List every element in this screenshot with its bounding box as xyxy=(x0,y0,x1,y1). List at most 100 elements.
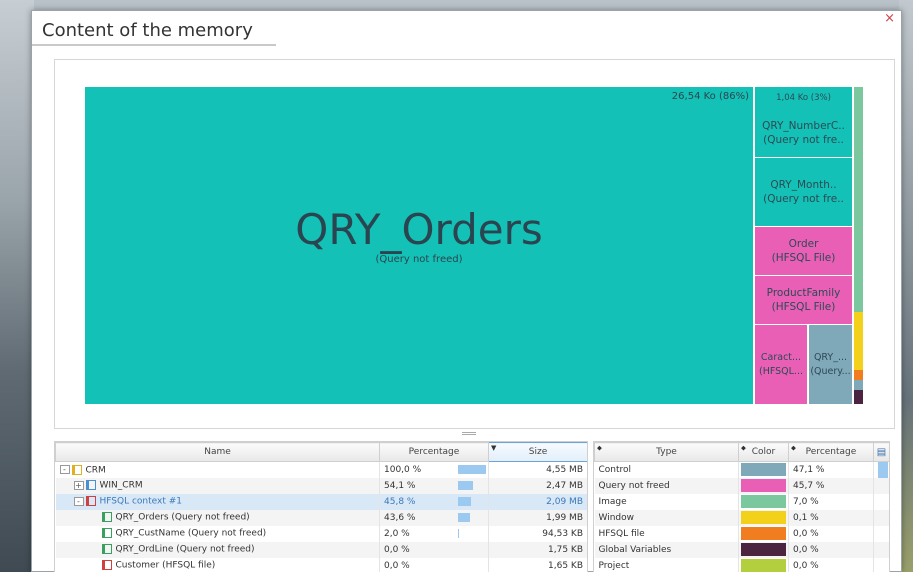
table-row[interactable]: Query not freed 45,7 % xyxy=(594,477,889,494)
treemap-main-label: QRY_Orders xyxy=(295,205,543,254)
type-cell: Project xyxy=(594,557,739,572)
type-cell: Image xyxy=(594,493,739,510)
memory-type-table: ⬥ Type ⬥ Color ⬥ Percentage ▤ Control 47,1 %… xyxy=(593,441,890,572)
treemap-cell-label: Order xyxy=(788,238,819,250)
treemap-cell-sub: (HFSQL... xyxy=(758,365,803,377)
column-header-percentage[interactable]: Percentage xyxy=(379,442,489,462)
treemap-cell-caract[interactable]: Caract... (HFSQL... xyxy=(755,325,807,404)
close-icon[interactable]: × xyxy=(884,11,895,26)
size-cell: 94,53 KB xyxy=(488,525,587,542)
table-row[interactable]: QRY_Orders (Query not freed) 43,6 % 1,99 M… xyxy=(55,509,587,526)
table-row[interactable]: - CRM 100,0 % 4,55 MB xyxy=(55,461,587,478)
table-row[interactable]: Window 0,1 % xyxy=(594,509,889,526)
table-row[interactable]: Control 47,1 % xyxy=(594,461,889,478)
treemap-cell-query-numberc[interactable]: 1,04 Ko (3%) QRY_NumberC.. (Query not fr… xyxy=(755,87,852,157)
percentage-cell: 2,0 % xyxy=(379,525,489,542)
row-percentage: 100,0 % xyxy=(384,464,422,475)
treemap-right-column: 1,04 Ko (3%) QRY_NumberC.. (Query not fr… xyxy=(755,87,852,404)
collapse-icon[interactable]: - xyxy=(59,465,70,474)
treemap-stripe-global[interactable] xyxy=(854,380,863,390)
percentage-cell: 0,0 % xyxy=(379,557,489,572)
treemap-cell-label: QRY_NumberC.. xyxy=(762,120,845,132)
percentage-bar xyxy=(458,512,471,522)
table-row[interactable]: Global Variables 0,0 % xyxy=(594,541,889,558)
column-header-color[interactable]: ⬥ Color xyxy=(738,442,789,462)
color-swatch xyxy=(741,543,786,556)
panel-splitter[interactable] xyxy=(462,432,476,435)
query-icon xyxy=(101,512,112,523)
sort-icon: ⬥ xyxy=(791,444,796,452)
sort-icon: ⬥ xyxy=(741,444,746,452)
table-row[interactable]: QRY_OrdLine (Query not freed) 0,0 % 1,75 K… xyxy=(55,541,587,558)
empty-cell xyxy=(873,477,889,494)
sort-descending-icon: ▼ xyxy=(491,444,497,452)
column-header-name[interactable]: Name xyxy=(55,442,380,462)
treemap-cell-productfamily[interactable]: ProductFamily (HFSQL File) xyxy=(755,276,852,324)
percentage-cell: 54,1 % xyxy=(379,477,489,494)
treemap-cell-order[interactable]: Order (HFSQL File) xyxy=(755,227,852,275)
row-percentage: 2,0 % xyxy=(384,528,410,539)
dialog-title: Content of the memory xyxy=(42,20,253,41)
type-cell: Control xyxy=(594,461,739,478)
color-cell xyxy=(738,509,789,526)
treemap-stripe-project[interactable] xyxy=(854,390,863,404)
empty-cell xyxy=(873,525,889,542)
size-cell: 1,99 MB xyxy=(488,509,587,526)
treemap-main-size: 26,54 Ko (86%) xyxy=(671,91,749,102)
row-percentage: 43,6 % xyxy=(384,512,416,523)
treemap-cell-query-month[interactable]: QRY_Month.. (Query not fre.. xyxy=(755,158,852,226)
type-percentage-cell: 0,0 % xyxy=(788,525,874,542)
sort-icon: ⬥ xyxy=(597,444,602,452)
row-percentage: 0,0 % xyxy=(384,544,410,555)
table-options-icon[interactable]: ▤ xyxy=(873,442,889,462)
type-cell: HFSQL file xyxy=(594,525,739,542)
treemap-cell-query-small[interactable]: QRY_... (Query... xyxy=(809,325,852,404)
name-cell: QRY_CustName (Query not freed) xyxy=(55,525,380,542)
table-row[interactable]: + WIN_CRM 54,1 % 2,47 MB xyxy=(55,477,587,494)
name-cell: QRY_Orders (Query not freed) xyxy=(55,509,380,526)
type-cell: Global Variables xyxy=(594,541,739,558)
table-row[interactable]: Image 7,0 % xyxy=(594,493,889,510)
background-left xyxy=(0,0,34,572)
table-row[interactable]: QRY_CustName (Query not freed) 2,0 % 94,53… xyxy=(55,525,587,542)
collapse-icon[interactable]: - xyxy=(73,496,84,506)
treemap-cell-label: QRY_Month.. xyxy=(770,179,837,191)
percentage-cell: 43,6 % xyxy=(379,509,489,526)
color-swatch xyxy=(741,463,786,477)
treemap-stripe-hfsql[interactable] xyxy=(854,370,863,380)
table-row[interactable]: Project 0,0 % xyxy=(594,557,889,572)
percentage-bar xyxy=(458,480,474,490)
treemap-cell-sub: (Query... xyxy=(810,365,851,377)
type-cell: Window xyxy=(594,509,739,526)
memory-treemap: 26,54 Ko (86%) QRY_Orders (Query not fre… xyxy=(54,59,895,429)
row-name: QRY_OrdLine (Query not freed) xyxy=(115,544,255,555)
column-header-size[interactable]: ▼ Size xyxy=(488,442,587,462)
size-cell: 4,55 MB xyxy=(488,461,587,478)
row-name: CRM xyxy=(85,465,106,475)
table-row[interactable]: - HFSQL context #1 45,8 % 2,09 MB xyxy=(55,493,587,510)
treemap-stripe-image[interactable] xyxy=(854,87,863,312)
name-cell: Customer (HFSQL file) xyxy=(55,557,380,572)
treemap-main-note: (Query not freed) xyxy=(375,254,463,265)
row-name: QRY_CustName (Query not freed) xyxy=(115,528,267,539)
query-icon xyxy=(101,528,112,539)
column-header-type[interactable]: ⬥ Type xyxy=(594,442,739,462)
row-name: QRY_Orders (Query not freed) xyxy=(115,512,250,523)
treemap-cell-main[interactable]: 26,54 Ko (86%) QRY_Orders (Query not fre… xyxy=(85,87,753,404)
treemap-cell-label: Caract... xyxy=(760,351,802,363)
treemap-cell-label: ProductFamily xyxy=(766,287,841,299)
percentage-cell: 100,0 % xyxy=(379,461,489,478)
memory-content-dialog: Content of the memory × 26,54 Ko (86%) Q… xyxy=(31,10,902,572)
row-name: Customer (HFSQL file) xyxy=(115,560,216,571)
percentage-cell: 45,8 % xyxy=(379,493,489,510)
expand-icon[interactable]: + xyxy=(73,480,84,490)
column-header-type-percentage-label: Percentage xyxy=(805,447,857,457)
scrollbar-thumb[interactable] xyxy=(878,462,888,478)
treemap-stripe-window[interactable] xyxy=(854,312,863,370)
empty-cell xyxy=(873,541,889,558)
percentage-bar xyxy=(458,528,459,538)
table-row[interactable]: HFSQL file 0,0 % xyxy=(594,525,889,542)
table-row[interactable]: Customer (HFSQL file) 0,0 % 1,65 KB xyxy=(55,557,587,572)
color-swatch xyxy=(741,479,786,492)
column-header-type-percentage[interactable]: ⬥ Percentage xyxy=(788,442,874,462)
